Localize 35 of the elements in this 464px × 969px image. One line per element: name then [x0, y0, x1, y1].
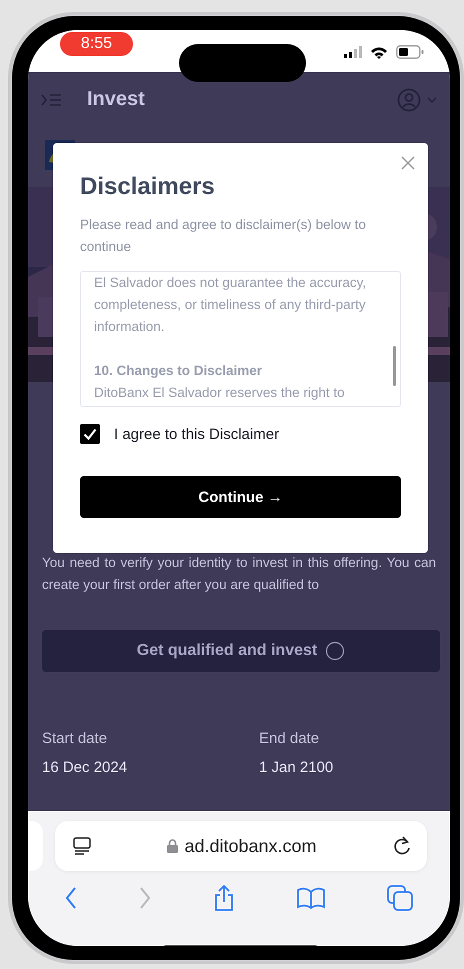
wifi-icon [370, 46, 388, 58]
section-heading: 10. Changes to Disclaimer [94, 362, 264, 380]
url-text: ad.ditobanx.com [184, 836, 317, 856]
agree-checkbox[interactable] [80, 424, 100, 444]
detail-label: Start date [42, 730, 108, 747]
detail-label: End date [259, 730, 320, 747]
menu-icon[interactable] [41, 92, 61, 106]
book-icon[interactable] [297, 887, 325, 909]
caret-icon [427, 96, 437, 102]
get-qualified-button[interactable]: Get qualified and invest [42, 630, 440, 672]
disclaimer-paragraph: El Salvador does not guarantee the accuracy, completeness, or timeliness of any third-party information. [94, 274, 368, 336]
share-icon[interactable] [213, 885, 235, 911]
page-title: Invest [87, 88, 145, 111]
detail-value: 1 Jan 2100 [259, 759, 334, 776]
detail-value: 16 Dec 2024 [42, 759, 128, 776]
battery-icon [396, 45, 424, 59]
forward-icon[interactable] [139, 887, 151, 909]
reload-icon [393, 836, 411, 856]
continue-button[interactable]: Continue → [80, 476, 401, 518]
back-icon[interactable] [65, 887, 77, 909]
close-icon [401, 156, 415, 170]
lock-icon [167, 839, 178, 853]
tabs-icon[interactable] [387, 885, 413, 911]
scrollbar-thumb[interactable] [393, 346, 396, 386]
notice-text: You need to verify your identity to invest in this offering. You can create your first order after you are qualified to [41, 554, 437, 594]
signal-icon [344, 46, 362, 58]
clock-time: 8:55 [60, 32, 133, 56]
check-icon [83, 428, 97, 440]
dialog-subtitle: Please read and agree to disclaimer(s) below to continue [80, 216, 367, 256]
address-bar[interactable]: ad.ditobanx.com [55, 821, 427, 871]
dialog-title: Disclaimers [80, 173, 216, 201]
agree-label: I agree to this Disclaimer [114, 426, 280, 442]
profile-icon[interactable] [397, 88, 421, 112]
page-menu-icon [73, 837, 91, 855]
disclaimer-paragraph: DitoBanx El Salvador reserves the right to [94, 384, 346, 402]
